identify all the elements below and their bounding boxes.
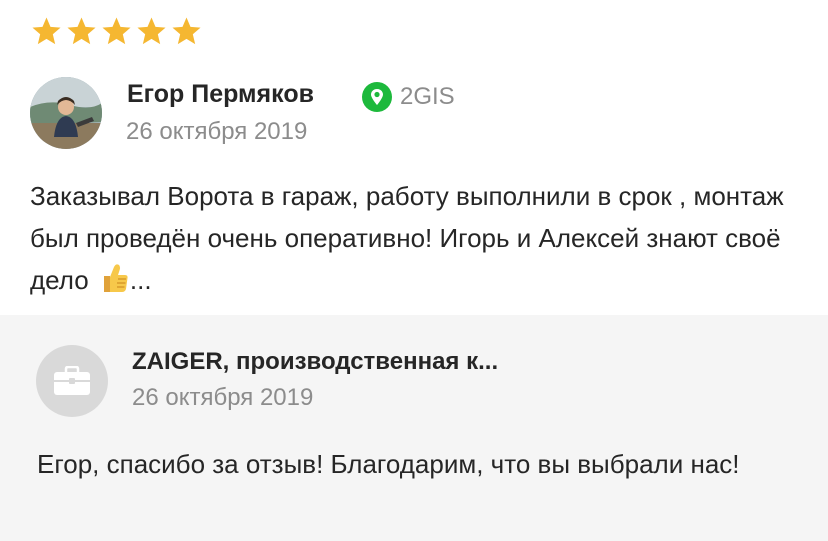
avatar[interactable] bbox=[30, 77, 102, 149]
company-reply: ZAIGER, производственная к... 26 октября… bbox=[0, 315, 828, 541]
review-card: Егор Пермяков 2GIS 26 октября 2019 Заказ… bbox=[0, 0, 828, 315]
thumbs-up-emoji bbox=[103, 264, 128, 292]
company-name[interactable]: ZAIGER, производственная к... bbox=[132, 348, 498, 376]
author-name[interactable]: Егор Пермяков bbox=[127, 80, 314, 109]
star-icon bbox=[67, 17, 96, 45]
reply-text: Егор, спасибо за отзыв! Благодарим, что … bbox=[37, 449, 740, 479]
star-icon bbox=[137, 17, 166, 45]
star-icon bbox=[102, 17, 131, 45]
review-text-ellipsis[interactable]: ... bbox=[130, 265, 152, 295]
company-avatar bbox=[36, 345, 108, 417]
user-photo bbox=[30, 77, 102, 149]
2gis-pin-icon bbox=[362, 82, 392, 112]
reply-date: 26 октября 2019 bbox=[132, 384, 314, 411]
briefcase-icon bbox=[54, 366, 90, 395]
star-icon bbox=[32, 17, 61, 45]
star-icon bbox=[172, 17, 201, 45]
source-badge: 2GIS bbox=[362, 82, 455, 112]
source-label: 2GIS bbox=[400, 83, 455, 110]
review-date: 26 октября 2019 bbox=[126, 118, 308, 145]
rating-stars bbox=[30, 15, 203, 48]
review-text: Заказывал Ворота в гараж, работу выполни… bbox=[30, 175, 800, 301]
